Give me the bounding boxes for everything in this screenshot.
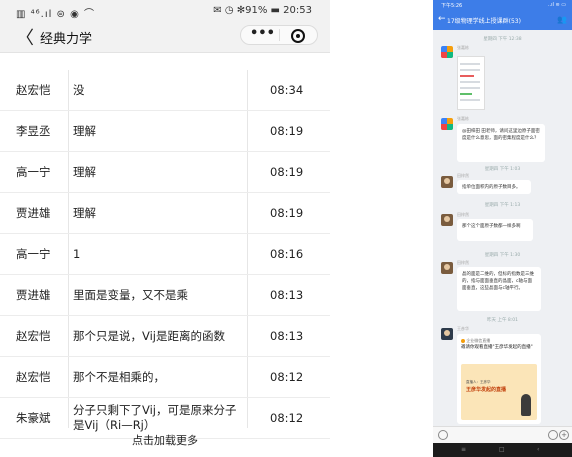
message-text: 里面是变量，又不是乘 xyxy=(73,287,188,302)
avatar[interactable] xyxy=(441,262,453,274)
mini-program-capsule: ••• xyxy=(240,25,318,45)
group-members-icon[interactable]: 👥 xyxy=(557,15,567,24)
table-row: 高一宁 1 08:16 xyxy=(0,234,330,275)
message-time: 08:19 xyxy=(270,165,304,179)
message-text: 那个只是说，Vij是距离的函数 xyxy=(73,328,226,343)
chat-bubble: 那个这个面原子数都一样多啊 xyxy=(457,219,533,241)
table-row: 高一宁 理解 08:19 xyxy=(0,152,330,193)
chat-timestamp: 星期四 下午 12:38 xyxy=(483,37,522,42)
chat-header: ← 17级物理学线上授课群(53) 👥 xyxy=(433,10,572,30)
live-heading: 邀请你观看直播"王彦华发起的直播" xyxy=(461,345,533,350)
status-time: 下午5:26 xyxy=(441,3,463,9)
live-icon xyxy=(461,339,465,343)
message-text: 1 xyxy=(73,246,81,261)
message-text: 理解 xyxy=(73,164,96,179)
presenter-figure xyxy=(521,394,531,416)
avatar[interactable] xyxy=(441,328,453,340)
chat-bubble: 指单位面积内的原子数目多。 xyxy=(457,180,531,194)
sender-name: 王彦华 xyxy=(457,326,469,331)
table-row: 贾进雄 里面是变量，又不是乘 08:13 xyxy=(0,275,330,316)
page-title: 经典力学 xyxy=(40,32,93,47)
capsule-divider xyxy=(279,29,280,41)
back-nav-icon[interactable]: ‹ xyxy=(537,446,539,453)
chat-timestamp: 星期四 下午 1:13 xyxy=(484,203,521,208)
chat-title: 17级物理学线上授课群(53) xyxy=(447,18,521,25)
more-menu-button[interactable]: ••• xyxy=(250,26,275,41)
message-time: 08:12 xyxy=(270,370,304,384)
close-record-icon[interactable] xyxy=(291,29,305,43)
table-row: 赵宏恺 那个不是相乘的， 08:12 xyxy=(0,357,330,398)
table-row: 赵宏恺 没 08:34 xyxy=(0,70,330,111)
avatar[interactable] xyxy=(441,176,453,188)
avatar[interactable] xyxy=(441,46,453,58)
table-row: 李昱丞 理解 08:19 xyxy=(0,111,330,152)
sender-name: 赵宏恺 xyxy=(16,370,51,384)
sender-name: 赵宏恺 xyxy=(16,83,51,97)
sender-name: 张嘉栋 xyxy=(457,116,469,121)
home-nav-icon[interactable]: □ xyxy=(499,446,505,453)
avatar[interactable] xyxy=(441,118,453,130)
status-right-icons: ✉ ◷ ✻91% ▬ 20:53 xyxy=(213,5,312,16)
chat-bubble: 晶的面是二维的，但标的指数是三维的，指与面面垂直的晶面，c轴与面面垂直，这些晶面… xyxy=(457,267,541,311)
live-poster: 直播人：王彦华 王彦华发起的直播 xyxy=(461,364,537,420)
load-more-button[interactable]: 点击加载更多 xyxy=(0,432,330,448)
status-right-icons: ..ıl ≋ ▭ xyxy=(547,2,566,8)
message-time: 08:13 xyxy=(270,329,304,343)
chat-timestamp: 昨天 上午 8:01 xyxy=(487,318,518,323)
sender-name: 高一宁 xyxy=(16,165,51,179)
status-bar: ▥ ⁴⁶.ıl ⊜ ◉ ⌒ ✉ ◷ ✻91% ▬ 20:53 xyxy=(0,0,330,20)
message-time: 08:19 xyxy=(270,124,304,138)
voice-icon[interactable] xyxy=(438,430,448,440)
menu-nav-icon[interactable]: ≡ xyxy=(461,446,466,453)
avatar[interactable] xyxy=(441,214,453,226)
sender-name: 田梓然 xyxy=(457,212,469,217)
input-bar: + xyxy=(433,426,572,443)
message-text: 理解 xyxy=(73,123,96,138)
status-left-icons: ▥ ⁴⁶.ıl ⊜ ◉ ⌒ xyxy=(16,9,96,20)
sender-name: 贾进雄 xyxy=(16,206,51,220)
message-text: 那个不是相乘的， xyxy=(73,369,165,384)
live-source: 企业微信直播 xyxy=(461,338,490,344)
sender-name: 赵宏恺 xyxy=(16,329,51,343)
sender-name: 田梓然 xyxy=(457,173,469,178)
message-table: 赵宏恺 没 08:34 李昱丞 理解 08:19 高一宁 理解 08:19 贾进… xyxy=(0,70,330,439)
sender-name: 张嘉栋 xyxy=(457,45,469,50)
image-message[interactable] xyxy=(457,56,485,110)
message-time: 08:13 xyxy=(270,288,304,302)
emoji-icon[interactable] xyxy=(548,430,558,440)
system-nav-bar: ≡ □ ‹ xyxy=(433,443,572,457)
chat-timestamp: 星期四 下午 1:03 xyxy=(484,167,521,172)
live-invite-card[interactable]: 企业微信直播 邀请你观看直播"王彦华发起的直播" 直播人：王彦华 王彦华发起的直… xyxy=(457,334,541,424)
message-time: 08:34 xyxy=(270,83,304,97)
back-icon[interactable]: 〈 xyxy=(16,24,34,50)
chat-bubble: @田梓田 田老师，请问这里边原子面密度是什么意思，面的密集程度是什么？ xyxy=(457,124,545,162)
nav-bar: 〈 经典力学 ••• xyxy=(0,20,330,53)
right-phone-screen: 下午5:26 ..ıl ≋ ▭ ← 17级物理学线上授课群(53) 👥 星期四 … xyxy=(433,0,572,457)
chat-timestamp: 星期四 下午 1:30 xyxy=(484,253,521,258)
message-time: 08:16 xyxy=(270,247,304,261)
table-row: 赵宏恺 那个只是说，Vij是距离的函数 08:13 xyxy=(0,316,330,357)
sender-name: 田梓然 xyxy=(457,260,469,265)
sender-name: 高一宁 xyxy=(16,247,51,261)
table-row: 贾进雄 理解 08:19 xyxy=(0,193,330,234)
live-host: 直播人：王彦华 xyxy=(466,380,491,384)
live-title: 王彦华发起的直播 xyxy=(466,387,507,393)
add-icon[interactable]: + xyxy=(559,430,569,440)
back-arrow-icon[interactable]: ← xyxy=(438,14,446,24)
sender-name: 李昱丞 xyxy=(16,124,51,138)
status-bar: 下午5:26 ..ıl ≋ ▭ xyxy=(433,0,572,10)
message-text: 没 xyxy=(73,82,85,97)
message-time: 08:19 xyxy=(270,206,304,220)
sender-name: 贾进雄 xyxy=(16,288,51,302)
message-text: 理解 xyxy=(73,205,96,220)
left-phone-screen: ▥ ⁴⁶.ıl ⊜ ◉ ⌒ ✉ ◷ ✻91% ▬ 20:53 〈 经典力学 ••… xyxy=(0,0,330,457)
